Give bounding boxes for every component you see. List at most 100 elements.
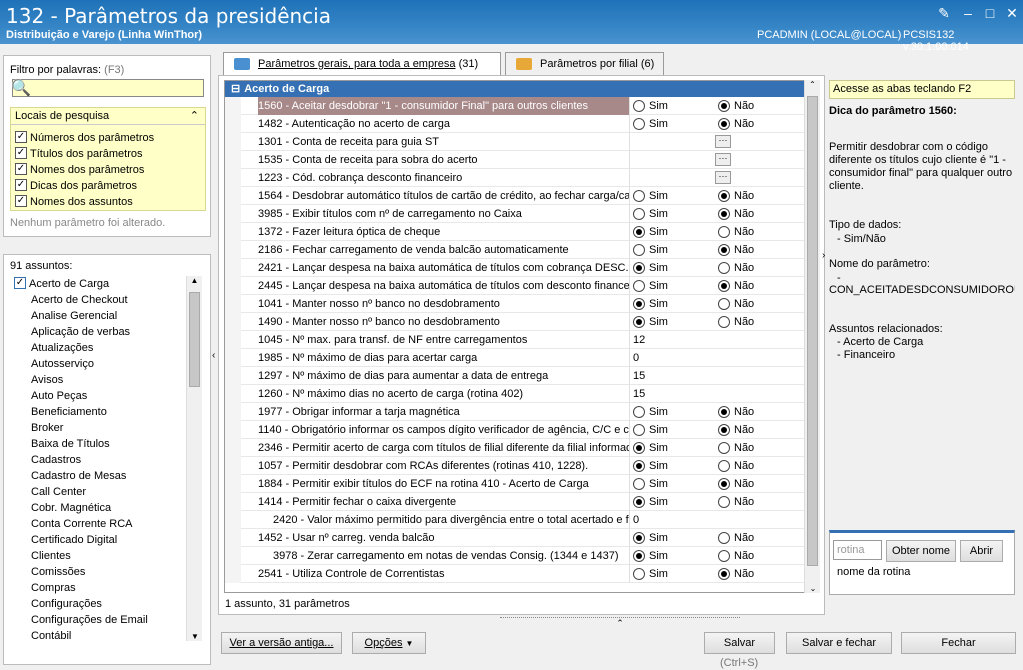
radio-sim[interactable]: [633, 280, 645, 292]
tab-general[interactable]: Parâmetros gerais, para toda a empresa (…: [223, 52, 501, 76]
param-row[interactable]: 2445 - Lançar despesa na baixa automátic…: [225, 277, 819, 295]
radio-sim[interactable]: [633, 118, 645, 130]
param-value[interactable]: Sim Não: [629, 187, 804, 205]
subject-item[interactable]: ✓ Acerto de Carga: [10, 276, 185, 292]
param-value[interactable]: Sim Não: [629, 403, 804, 421]
param-row[interactable]: 3978 - Zerar carregamento em notas de ve…: [225, 547, 819, 565]
radio-nao[interactable]: [718, 226, 730, 238]
param-value[interactable]: Sim Não: [629, 529, 804, 547]
param-row[interactable]: 1297 - Nº máximo de dias para aumentar a…: [225, 367, 819, 385]
collapse-icon[interactable]: ⌃: [190, 108, 199, 125]
param-value[interactable]: ···: [629, 169, 804, 187]
radio-sim[interactable]: [633, 262, 645, 274]
param-value[interactable]: Sim Não: [629, 493, 804, 511]
radio-sim[interactable]: [633, 406, 645, 418]
radio-nao[interactable]: [718, 100, 730, 112]
subject-item[interactable]: Conta Corrente RCA: [10, 516, 185, 532]
param-row[interactable]: 1564 - Desdobrar automático títulos de c…: [225, 187, 819, 205]
param-value[interactable]: Sim Não: [629, 205, 804, 223]
param-value[interactable]: Sim Não: [629, 277, 804, 295]
param-value[interactable]: Sim Não: [629, 115, 804, 133]
radio-sim[interactable]: [633, 424, 645, 436]
subjects-scrollbar[interactable]: ▲ ▼: [186, 276, 202, 641]
splitter-left-icon[interactable]: ‹: [212, 350, 215, 361]
param-row[interactable]: 1140 - Obrigatório informar os campos dí…: [225, 421, 819, 439]
subject-item[interactable]: Configurações de Email: [10, 612, 185, 628]
param-value[interactable]: Sim Não: [629, 475, 804, 493]
param-row[interactable]: 1301 - Conta de receita para guia ST ···: [225, 133, 819, 151]
minimize-icon[interactable]: –: [958, 4, 978, 22]
grid-scrollbar[interactable]: ⌃ ⌄: [804, 80, 820, 593]
checkbox[interactable]: ✓: [15, 179, 27, 192]
subject-item[interactable]: Baixa de Títulos: [10, 436, 185, 452]
radio-nao[interactable]: [718, 298, 730, 310]
checkbox[interactable]: ✓: [15, 131, 27, 144]
subject-item[interactable]: Compras: [10, 580, 185, 596]
get-name-button[interactable]: Obter nome: [886, 540, 956, 562]
radio-sim[interactable]: [633, 226, 645, 238]
options-button[interactable]: Opções ▼: [352, 632, 426, 654]
param-value[interactable]: Sim Não: [629, 547, 804, 565]
subject-item[interactable]: Comissões: [10, 564, 185, 580]
ellipsis-button[interactable]: ···: [715, 135, 731, 148]
param-row[interactable]: 1260 - Nº máximo dias no acerto de carga…: [225, 385, 819, 403]
param-row[interactable]: 1884 - Permitir exibir títulos do ECF na…: [225, 475, 819, 493]
param-row[interactable]: 1985 - Nº máximo de dias para acertar ca…: [225, 349, 819, 367]
param-row[interactable]: 1041 - Manter nosso nº banco no desdobra…: [225, 295, 819, 313]
locais-item[interactable]: ✓ Dicas dos parâmetros: [11, 178, 205, 194]
radio-nao[interactable]: [718, 496, 730, 508]
radio-nao[interactable]: [718, 208, 730, 220]
checkbox[interactable]: ✓: [15, 195, 27, 208]
splitter-bottom-icon[interactable]: ⌃: [500, 617, 740, 629]
subject-item[interactable]: Certificado Digital: [10, 532, 185, 548]
radio-nao[interactable]: [718, 190, 730, 202]
param-value[interactable]: Sim Não: [629, 97, 804, 115]
radio-nao[interactable]: [718, 550, 730, 562]
param-row[interactable]: 2541 - Utiliza Controle de Correntistas S…: [225, 565, 819, 583]
param-row[interactable]: 2421 - Lançar despesa na baixa automátic…: [225, 259, 819, 277]
subject-item[interactable]: Configurações: [10, 596, 185, 612]
param-row[interactable]: 1223 - Cód. cobrança desconto financeiro…: [225, 169, 819, 187]
radio-sim[interactable]: [633, 532, 645, 544]
param-row[interactable]: 1452 - Usar nº carreg. venda balcão Sim Nã…: [225, 529, 819, 547]
param-row[interactable]: 1560 - Aceitar desdobrar "1 - consumidor…: [225, 97, 819, 115]
subject-item[interactable]: Call Center: [10, 484, 185, 500]
radio-sim[interactable]: [633, 568, 645, 580]
radio-nao[interactable]: [718, 118, 730, 130]
radio-nao[interactable]: [718, 424, 730, 436]
radio-nao[interactable]: [718, 280, 730, 292]
param-row[interactable]: 2420 - Valor máximo permitido para diver…: [225, 511, 819, 529]
radio-sim[interactable]: [633, 442, 645, 454]
param-row[interactable]: 3985 - Exibir títulos com nº de carregam…: [225, 205, 819, 223]
radio-nao[interactable]: [718, 316, 730, 328]
subject-item[interactable]: Beneficiamento: [10, 404, 185, 420]
splitter-right-icon[interactable]: ›: [822, 250, 825, 261]
param-value[interactable]: 12: [629, 331, 804, 349]
checkbox[interactable]: ✓: [14, 277, 26, 290]
param-row[interactable]: 1414 - Permitir fechar o caixa divergent…: [225, 493, 819, 511]
subject-item[interactable]: Cadastros: [10, 452, 185, 468]
param-value[interactable]: ···: [629, 133, 804, 151]
ellipsis-button[interactable]: ···: [715, 171, 731, 184]
param-value[interactable]: Sim Não: [629, 223, 804, 241]
maximize-icon[interactable]: □: [980, 4, 1000, 22]
param-value[interactable]: Sim Não: [629, 439, 804, 457]
param-value[interactable]: Sim Não: [629, 457, 804, 475]
param-value[interactable]: Sim Não: [629, 241, 804, 259]
param-value[interactable]: Sim Não: [629, 259, 804, 277]
filter-input[interactable]: [12, 79, 204, 97]
ellipsis-button[interactable]: ···: [715, 153, 731, 166]
radio-sim[interactable]: [633, 190, 645, 202]
checkbox[interactable]: ✓: [15, 163, 27, 176]
param-row[interactable]: 1482 - Autenticação no acerto de carga Si…: [225, 115, 819, 133]
subject-item[interactable]: Auto Peças: [10, 388, 185, 404]
param-row[interactable]: 1372 - Fazer leitura óptica de cheque Sim…: [225, 223, 819, 241]
param-value[interactable]: ···: [629, 151, 804, 169]
radio-sim[interactable]: [633, 298, 645, 310]
radio-sim[interactable]: [633, 244, 645, 256]
tab-branch[interactable]: Parâmetros por filial (6): [505, 52, 664, 75]
subject-item[interactable]: Broker: [10, 420, 185, 436]
param-value[interactable]: 0: [629, 349, 804, 367]
radio-sim[interactable]: [633, 550, 645, 562]
subject-item[interactable]: Avisos: [10, 372, 185, 388]
